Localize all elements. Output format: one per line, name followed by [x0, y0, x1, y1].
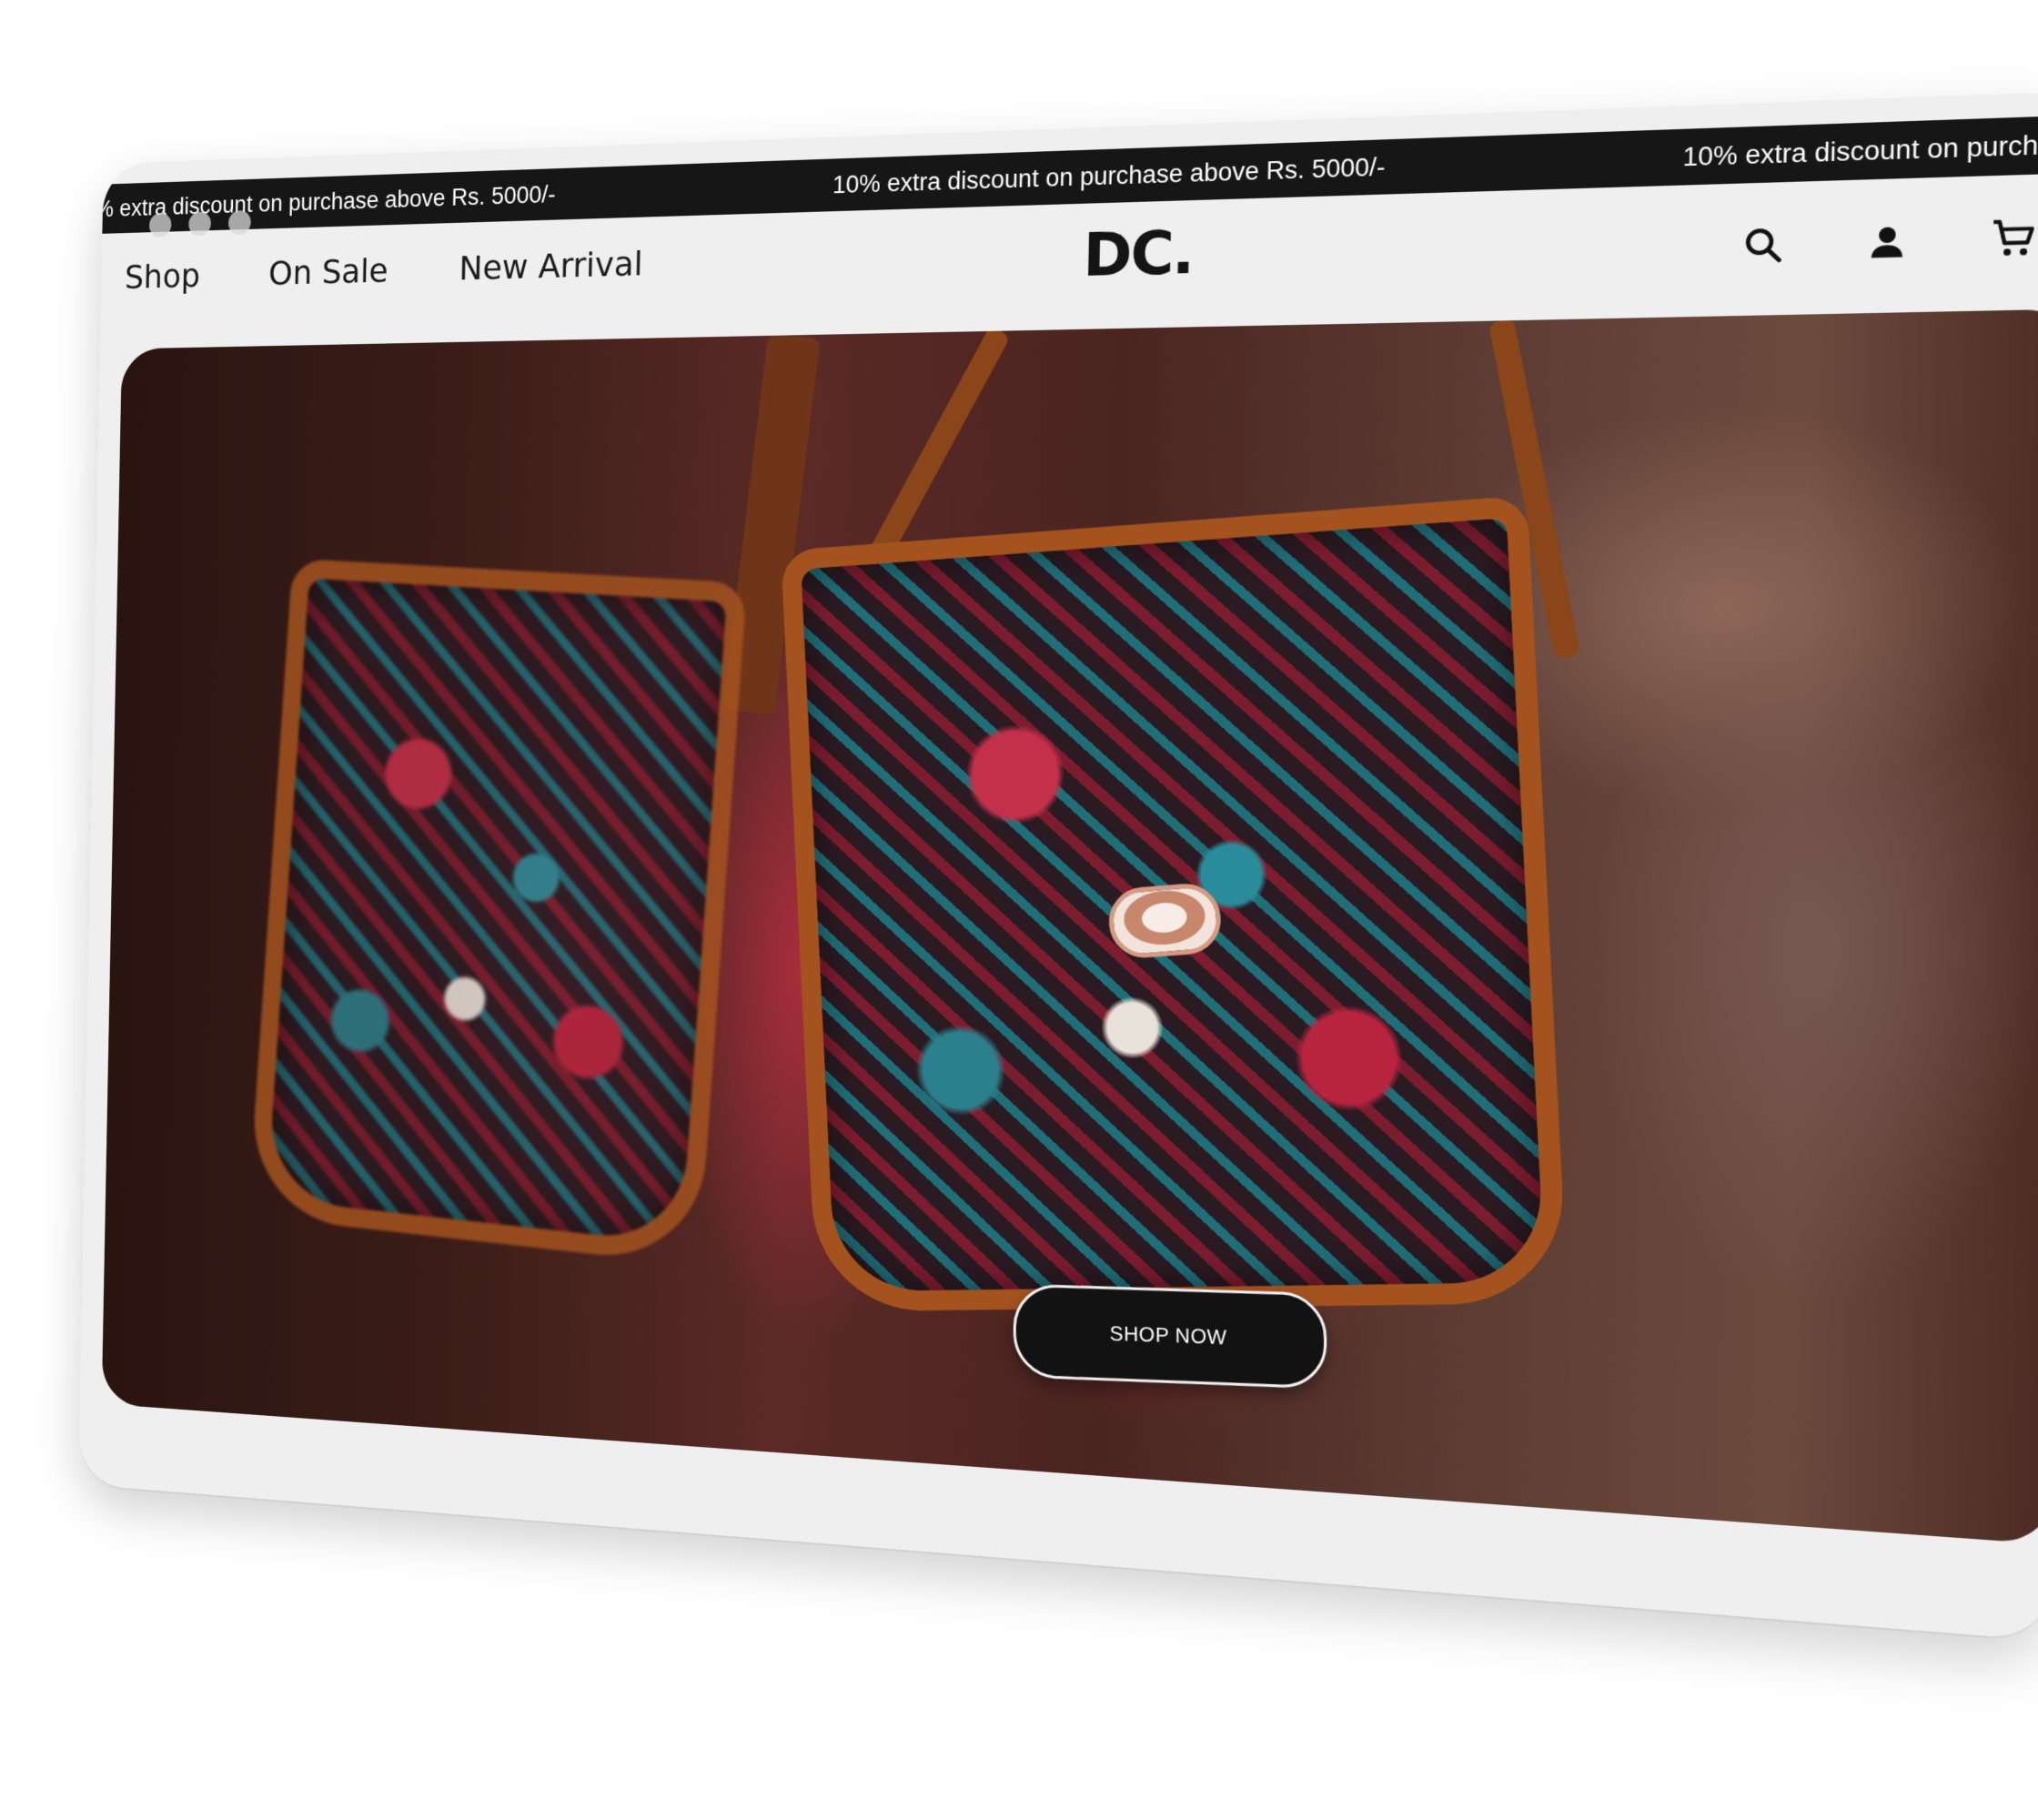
announcement-text: 10% extra discount on purchase above Rs.…: [1682, 120, 2038, 172]
window-close-dot[interactable]: [148, 212, 172, 238]
hero-banner: SHOP NOW: [101, 308, 2038, 1545]
nav-on-sale-link[interactable]: On Sale: [268, 251, 388, 292]
main-nav: Shop On Sale New Arrival: [125, 244, 643, 296]
hero-bag-left: [247, 558, 748, 1266]
browser-window: 10% extra discount on purchase above Rs.…: [77, 90, 2038, 1642]
account-icon[interactable]: [1861, 217, 1912, 266]
cart-icon[interactable]: [1988, 214, 2038, 263]
window-minimize-dot[interactable]: [188, 211, 212, 237]
search-icon[interactable]: [1738, 221, 1788, 269]
nav-shop-link[interactable]: Shop: [125, 257, 201, 297]
window-maximize-dot[interactable]: [227, 209, 251, 236]
shop-now-button[interactable]: SHOP NOW: [1013, 1283, 1327, 1390]
announcement-text: 10% extra discount on purchase above Rs.…: [832, 152, 1386, 198]
nav-new-arrival-link[interactable]: New Arrival: [459, 244, 643, 288]
brand-logo[interactable]: DC.: [1083, 219, 1194, 291]
window-controls: [148, 209, 251, 238]
header-icons: [1738, 214, 2038, 268]
